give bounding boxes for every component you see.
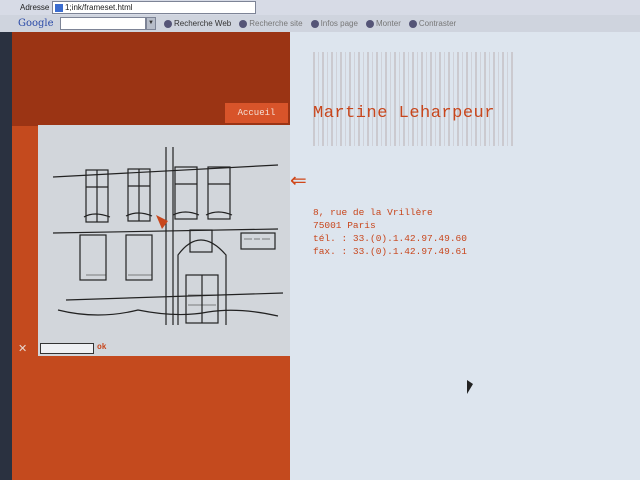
address-label: Adresse [20,3,50,12]
up-button[interactable]: Monter [365,19,401,28]
highlight-button[interactable]: Contraster [408,19,457,28]
google-logo[interactable]: Google [18,18,60,29]
address-line-fax: fax. : 33.(0).1.42.97.49.61 [313,246,467,257]
mouse-cursor-icon [467,380,473,394]
page-info-label: Infos page [320,19,358,28]
address-line-phone: tél. : 33.(0).1.42.97.49.60 [313,233,467,244]
site-title: Martine Leharpeur [313,104,495,123]
up-label: Monter [375,19,401,28]
search-icon [164,19,172,28]
back-arrow-icon[interactable]: ⇐ [290,170,307,190]
toolbar-search-input[interactable] [60,17,146,30]
folder-up-icon [365,19,374,28]
search-dropdown-icon[interactable]: ▼ [146,17,156,30]
building-sketch [38,125,290,356]
site-search-icon [239,19,248,28]
address-bar: Adresse 1;ink/frameset.html [0,0,640,16]
info-icon [310,19,319,28]
google-toolbar: Google ▼ Recherche Web Recherche site In… [0,15,640,33]
address-line-city: 75001 Paris [313,220,376,231]
screen-left-edge [0,32,12,480]
page-favicon-icon [55,3,63,12]
nav-accueil-link[interactable]: Accueil [225,103,288,123]
site-search-button[interactable]: Recherche site [239,19,303,28]
site-search-label: Recherche site [249,19,303,28]
address-line-street: 8, rue de la Vrillère [313,207,433,218]
contact-address: 8, rue de la Vrillère 75001 Paris tél. :… [313,206,467,258]
ok-button[interactable]: ok [97,343,107,352]
highlight-label: Contraster [418,19,457,28]
search-field[interactable] [40,343,94,354]
web-search-button[interactable]: Recherche Web [164,19,231,28]
web-search-label: Recherche Web [174,19,232,28]
close-icon[interactable]: ✕ [18,342,27,355]
highlighter-icon [408,19,417,28]
address-value: 1;ink/frameset.html [65,3,133,12]
page-info-button[interactable]: Infos page [310,19,358,28]
barcode-decoration [313,52,513,146]
address-field[interactable]: 1;ink/frameset.html [52,1,256,14]
building-drawing [52,147,284,325]
